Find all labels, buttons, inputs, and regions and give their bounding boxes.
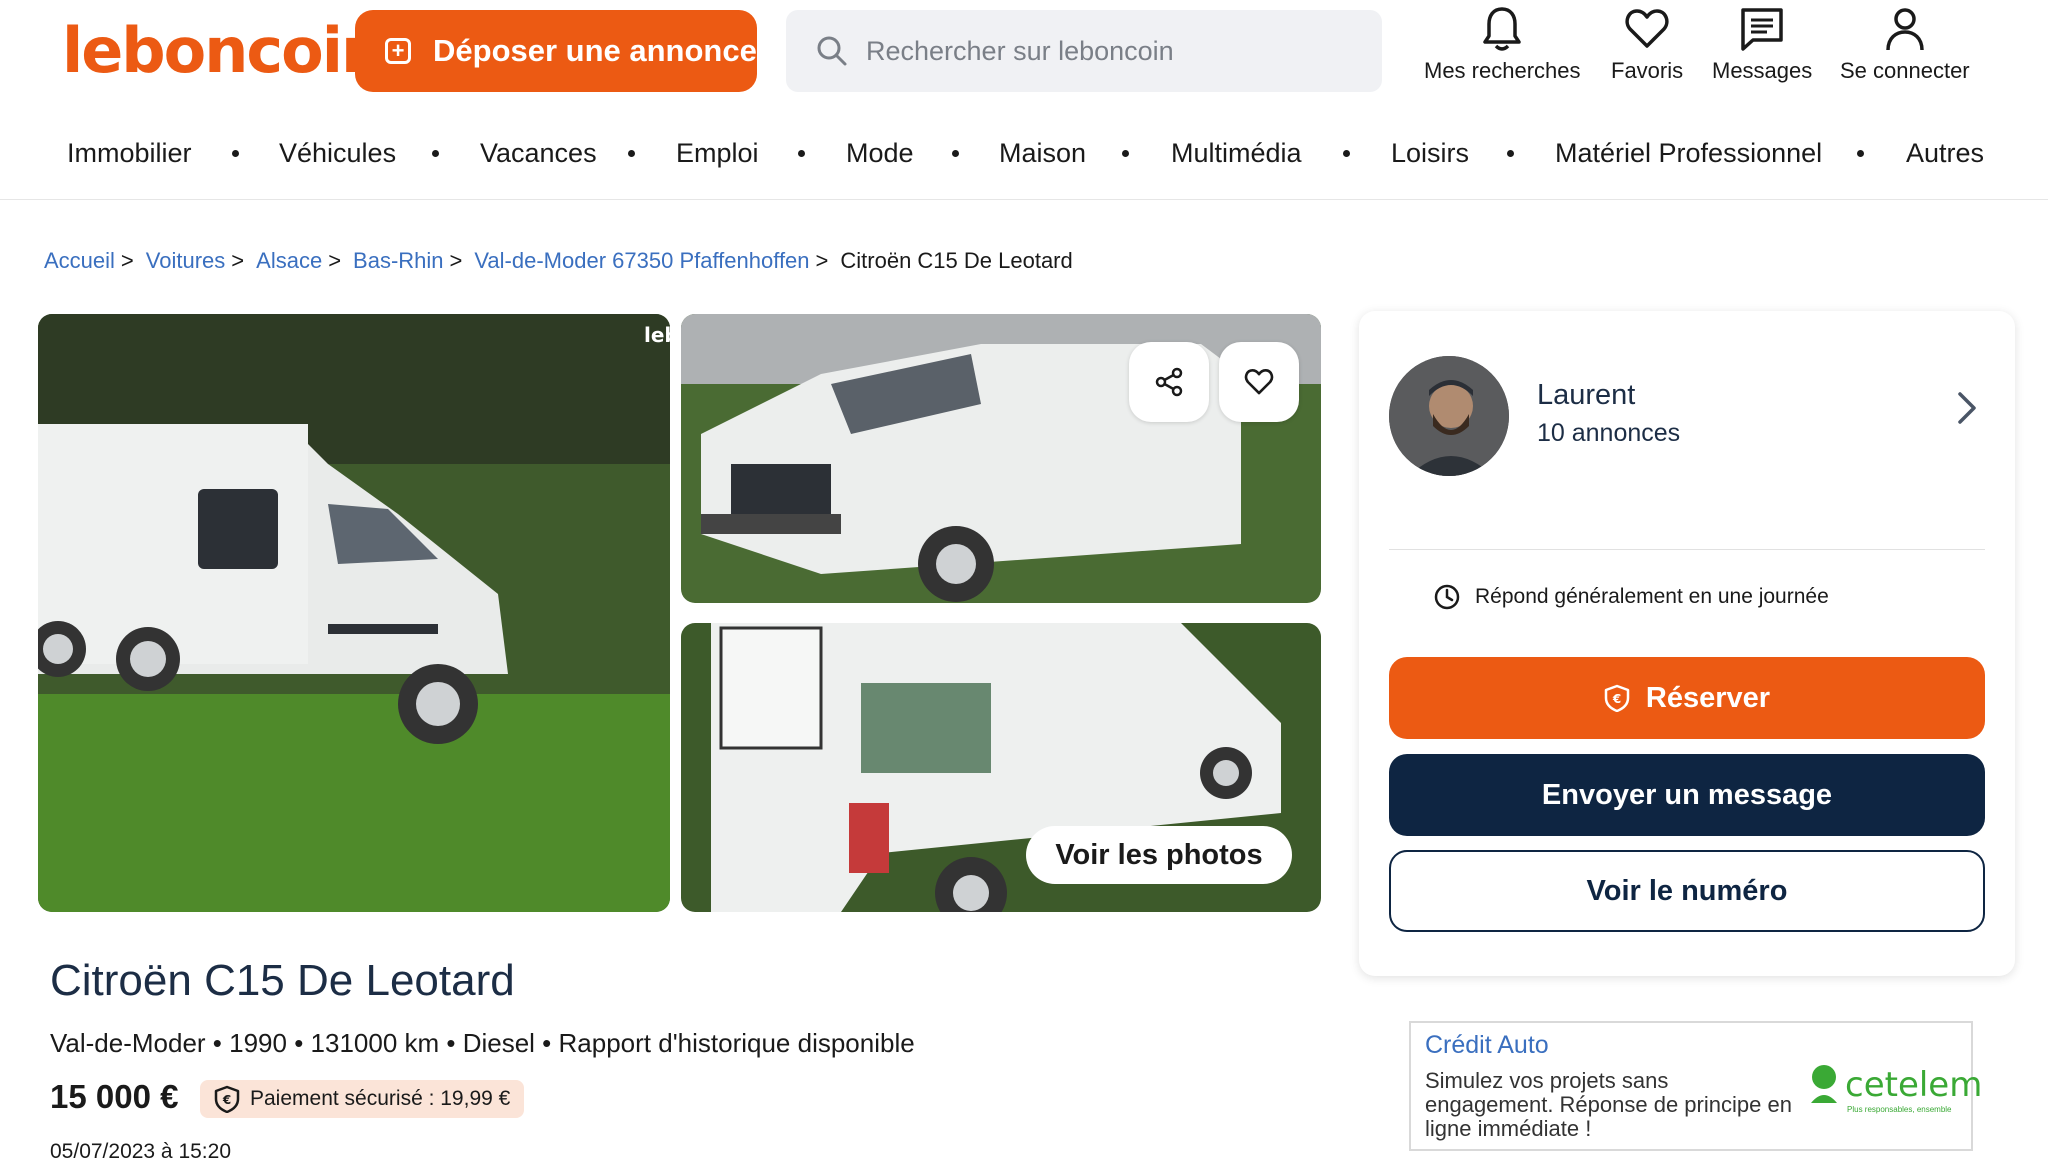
nav-separator — [798, 150, 805, 157]
secure-payment-badge: € Paiement sécurisé : 19,99 € — [200, 1080, 525, 1118]
search-icon — [817, 36, 847, 66]
see-photos-button[interactable]: Voir les photos — [1026, 826, 1292, 884]
breadcrumb-home[interactable]: Accueil — [44, 248, 115, 274]
response-time-label: Répond généralement en une journée — [1475, 585, 1829, 608]
breadcrumb-separator: > — [449, 248, 463, 273]
deposit-ad-button[interactable]: + Déposer une annonce — [355, 10, 757, 92]
shield-euro-icon: € — [214, 1085, 240, 1113]
nav-separator — [1343, 150, 1350, 157]
see-number-button[interactable]: Voir le numéro — [1389, 850, 1985, 932]
category-materiel-pro[interactable]: Matériel Professionnel — [1555, 138, 1822, 169]
share-button[interactable] — [1129, 342, 1209, 422]
ad-title: Crédit Auto — [1425, 1031, 1549, 1059]
secure-payment-label: Paiement sécurisé : 19,99 € — [250, 1087, 511, 1110]
chevron-right-icon[interactable] — [1957, 391, 1977, 425]
ad-text: Simulez vos projets sans engagement. Rép… — [1425, 1068, 1792, 1141]
listing-title: Citroën C15 De Leotard — [50, 956, 515, 1005]
credit-ad[interactable]: Crédit Auto Simulez vos projets sans eng… — [1409, 1021, 1982, 1151]
category-vehicules[interactable]: Véhicules — [279, 138, 396, 169]
nav-separator — [232, 150, 239, 157]
reserve-label: Réserver — [1645, 681, 1771, 714]
seller-listings-count[interactable]: 10 annonces — [1537, 419, 1680, 448]
favorite-button[interactable] — [1219, 342, 1299, 422]
svg-text:leb: leb — [644, 323, 670, 347]
listing-price: 15 000 € — [50, 1078, 179, 1115]
heart-icon — [1244, 368, 1274, 395]
category-nav: Immobilier Véhicules Vacances Emploi Mod… — [0, 130, 2048, 176]
svg-text:€: € — [222, 1093, 231, 1107]
reserve-button[interactable]: € Réserver — [1389, 657, 1985, 739]
my-searches-link[interactable]: Mes recherches — [1424, 6, 1581, 84]
nav-separator — [432, 150, 439, 157]
login-label: Se connecter — [1840, 58, 1970, 83]
cetelem-leaf-icon — [1811, 1065, 1837, 1103]
messages-link[interactable]: Messages — [1712, 6, 1812, 84]
nav-separator — [1122, 150, 1129, 157]
main-photo[interactable]: leb — [38, 314, 670, 912]
van-photo-side: leb — [38, 314, 670, 912]
messages-label: Messages — [1712, 58, 1813, 83]
nav-separator — [1507, 150, 1514, 157]
category-immobilier[interactable]: Immobilier — [67, 138, 192, 169]
breadcrumb-separator: > — [231, 248, 245, 273]
message-icon — [1741, 8, 1783, 51]
plus-icon: + — [385, 38, 411, 64]
breadcrumb-department[interactable]: Bas-Rhin — [353, 248, 443, 274]
secondary-photo-front[interactable] — [681, 314, 1321, 603]
breadcrumb-separator: > — [815, 248, 829, 273]
seller-avatar[interactable] — [1389, 356, 1509, 476]
divider — [1389, 549, 1985, 550]
breadcrumb: Accueil > Voitures > Alsace > Bas-Rhin > Val… — [44, 248, 1073, 274]
category-multimedia[interactable]: Multimédia — [1171, 138, 1302, 169]
clock-icon — [1434, 584, 1460, 610]
breadcrumb-cars[interactable]: Voitures — [146, 248, 226, 274]
search-input[interactable] — [866, 35, 1346, 67]
category-loisirs[interactable]: Loisirs — [1391, 138, 1469, 169]
category-autres[interactable]: Autres — [1906, 138, 1984, 169]
category-vacances[interactable]: Vacances — [480, 138, 597, 169]
listing-date: 05/07/2023 à 15:20 — [50, 1140, 232, 1163]
bell-icon — [1483, 7, 1521, 51]
favorites-link[interactable]: Favoris — [1611, 6, 1683, 84]
search-bar[interactable] — [786, 10, 1382, 92]
category-mode[interactable]: Mode — [846, 138, 914, 169]
breadcrumb-current: Citroën C15 De Leotard — [840, 248, 1073, 273]
breadcrumb-separator: > — [328, 248, 342, 273]
share-icon — [1155, 367, 1183, 397]
category-maison[interactable]: Maison — [999, 138, 1086, 169]
nav-separator — [952, 150, 959, 157]
seller-name[interactable]: Laurent — [1537, 379, 1635, 412]
leboncoin-logo[interactable]: leboncoin — [62, 14, 385, 87]
breadcrumb-separator: > — [120, 248, 134, 273]
ad-tagline: Plus responsables, ensemble — [1847, 1105, 1952, 1114]
nav-separator — [1857, 150, 1864, 157]
login-link[interactable]: Se connecter — [1840, 6, 1970, 84]
cetelem-logo: cetelem Plus responsables, ensemble — [1807, 1063, 1983, 1114]
shield-euro-icon: € — [1604, 684, 1630, 712]
deposit-ad-label: Déposer une annonce — [433, 33, 757, 68]
breadcrumb-region[interactable]: Alsace — [256, 248, 322, 274]
send-message-button[interactable]: Envoyer un message — [1389, 754, 1985, 836]
heart-icon — [1625, 9, 1669, 48]
listing-specs: Val-de-Moder • 1990 • 131000 km • Diesel… — [50, 1028, 915, 1058]
avatar-image — [1389, 356, 1509, 476]
svg-text:€: € — [1612, 692, 1621, 706]
category-emploi[interactable]: Emploi — [676, 138, 759, 169]
favorites-label: Favoris — [1611, 58, 1684, 83]
breadcrumb-city[interactable]: Val-de-Moder 67350 Pfaffenhoffen — [474, 248, 809, 274]
ad-brand: cetelem — [1845, 1065, 1983, 1105]
nav-separator — [628, 150, 635, 157]
user-icon — [1886, 8, 1924, 51]
response-time: Répond généralement en une journée — [1433, 583, 1829, 611]
seller-card: Laurent 10 annonces Répond généralement … — [1359, 311, 2015, 976]
my-searches-label: Mes recherches — [1424, 58, 1581, 83]
site-header: leboncoin + Déposer une annonce Mes rech… — [0, 0, 2048, 200]
